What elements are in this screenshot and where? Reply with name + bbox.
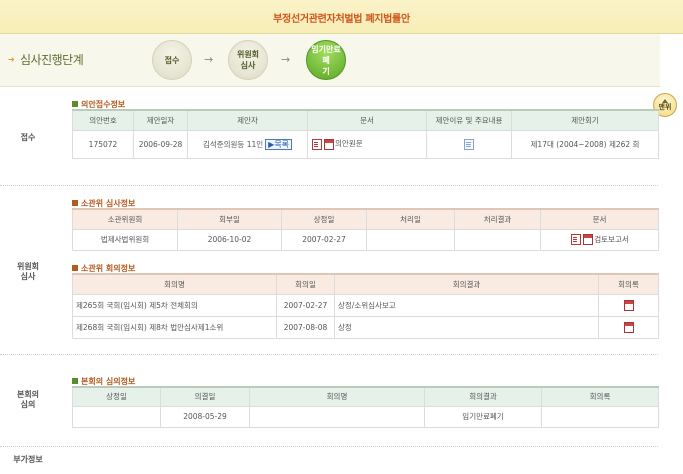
- review-document-cell: 검토보고서: [540, 228, 659, 251]
- title-bar: 부정선거관련자처벌법 폐지법률안: [0, 0, 683, 34]
- committee-review-table: 소관위원회 회부일 상정일 처리일 처리결과 문서 법제사법위원회 2006-1…: [72, 208, 659, 251]
- hwp-file-icon[interactable]: [312, 138, 322, 150]
- col-header: 상정일: [281, 208, 367, 230]
- processed-date: [366, 228, 455, 251]
- col-header: 의안번호: [72, 109, 134, 131]
- bill-number: 175072: [72, 129, 134, 159]
- section-divider: [0, 446, 658, 447]
- stage-label: 심사진행단계: [20, 53, 84, 67]
- col-header: 회의명: [72, 273, 277, 295]
- col-header: 회의일: [276, 273, 335, 295]
- col-header: 회의록: [598, 273, 659, 295]
- col-header: 문서: [540, 208, 659, 230]
- proposer-cell: 김석준의원등 11인 ▶목록: [187, 129, 308, 159]
- bullet-icon: [72, 199, 78, 206]
- step-reception: 접수: [152, 40, 192, 80]
- col-header: 문서: [307, 109, 427, 131]
- bill-original-link[interactable]: 의안원문: [335, 139, 363, 148]
- section-divider: [0, 354, 658, 355]
- bill-title: 부정선거관련자처벌법 폐지법률안: [273, 14, 410, 25]
- step-reception-label: 접수: [164, 55, 180, 65]
- col-header: 처리일: [366, 208, 455, 230]
- plenary-meeting-name: [249, 405, 425, 428]
- presented-date: 2007-02-27: [281, 228, 367, 251]
- step-committee: 위원회 심사: [228, 40, 268, 80]
- plenary-minutes: [541, 405, 659, 428]
- proposer: 김석준의원등 11인: [202, 139, 264, 149]
- minutes-cell: [598, 315, 659, 339]
- bullet-icon: [72, 264, 78, 271]
- proposer-list-button[interactable]: ▶목록: [265, 138, 293, 150]
- col-header: 제안회기: [511, 109, 659, 131]
- meeting-name: 제265회 국회(임시회) 제5차 전체회의: [72, 293, 277, 317]
- col-header: 상정일: [72, 386, 161, 407]
- plenary-decision-date: 2008-05-29: [160, 405, 250, 428]
- section-label-reception: 접수: [20, 133, 36, 142]
- col-header: 제안일자: [133, 109, 188, 131]
- table-row: 제268회 국회(임시회) 제8차 법안심사제1소위 2007-08-08 상정: [72, 315, 659, 339]
- pdf-minutes-icon[interactable]: [623, 321, 634, 333]
- col-header: 제안이유 및 주요내용: [426, 109, 512, 131]
- stage-panel: ➔ 심사진행단계 접수 → 위원회 심사 → 임기만료폐 기: [0, 34, 660, 87]
- committee-name: 법제사법위원회: [72, 228, 178, 251]
- meeting-result: 상정/소위심사보고: [334, 293, 599, 317]
- reception-subhead-text: 의안접수정보: [81, 100, 126, 109]
- pdf-minutes-icon[interactable]: [623, 299, 634, 311]
- col-header: 회부일: [177, 208, 282, 230]
- bullet-arrow-icon: ➔: [8, 55, 15, 64]
- hwp-file-icon[interactable]: [571, 234, 582, 246]
- step-committee-label: 위원회 심사: [236, 50, 260, 70]
- plenary-result: 임기만료폐기: [424, 405, 542, 428]
- committee-review-subhead-text: 소관위 심사정보: [81, 199, 136, 208]
- section-label-extra: 부가정보: [13, 455, 43, 464]
- pdf-file-icon[interactable]: [583, 234, 594, 246]
- minutes-cell: [598, 293, 659, 317]
- step-expired-label: 임기만료폐 기: [311, 44, 341, 76]
- processed-result: [454, 228, 541, 251]
- plenary-table: 상정일 의결일 회의명 회의결과 회의록 2008-05-29 임기만료폐기: [72, 386, 659, 428]
- plenary-subhead-text: 본회의 심의정보: [81, 377, 136, 386]
- col-header: 회의명: [249, 386, 425, 407]
- arrow-right-icon: →: [204, 53, 214, 66]
- meeting-date: 2007-02-27: [276, 293, 335, 317]
- col-header: 의결일: [160, 386, 250, 407]
- review-report-link[interactable]: 검토보고서: [594, 235, 629, 244]
- proposal-date: 2006-09-28: [133, 129, 188, 159]
- section-label-plenary: 본회의 심의: [16, 390, 40, 409]
- plenary-presented-date: [72, 405, 161, 428]
- summary-cell: [426, 129, 512, 159]
- table-row: 제265회 국회(임시회) 제5차 전체회의 2007-02-27 상정/소위심…: [72, 293, 659, 317]
- arrow-right-icon: →: [281, 53, 291, 66]
- pdf-file-icon[interactable]: [324, 138, 334, 150]
- col-header: 처리결과: [454, 208, 541, 230]
- summary-document-icon[interactable]: [464, 138, 474, 150]
- section-divider: [0, 185, 658, 186]
- committee-meeting-subhead-text: 소관위 회의정보: [81, 264, 136, 273]
- col-header: 회의결과: [424, 386, 542, 407]
- proposal-session: 제17대 (2004~2008) 제262 회: [511, 129, 659, 159]
- col-header: 제안자: [187, 109, 308, 131]
- section-label-committee: 위원회 심사: [16, 262, 40, 281]
- committee-meeting-table: 회의명 회의일 회의결과 회의록 제265회 국회(임시회) 제5차 전체회의 …: [72, 273, 659, 339]
- col-header: 소관위원회: [72, 208, 178, 230]
- bullet-icon: [72, 100, 78, 107]
- step-expired: 임기만료폐 기: [306, 40, 346, 80]
- reception-table: 의안번호 제안일자 제안자 문서 제안이유 및 주요내용 제안회기 175072…: [72, 109, 659, 159]
- meeting-name: 제268회 국회(임시회) 제8차 법안심사제1소위: [72, 315, 277, 339]
- document-cell: 의안원문: [307, 129, 427, 159]
- meeting-date: 2007-08-08: [276, 315, 335, 339]
- back-to-top-label: 맨위: [658, 103, 672, 111]
- col-header: 회의록: [541, 386, 659, 407]
- meeting-result: 상정: [334, 315, 599, 339]
- referral-date: 2006-10-02: [177, 228, 282, 251]
- bullet-icon: [72, 377, 78, 384]
- col-header: 회의결과: [334, 273, 599, 295]
